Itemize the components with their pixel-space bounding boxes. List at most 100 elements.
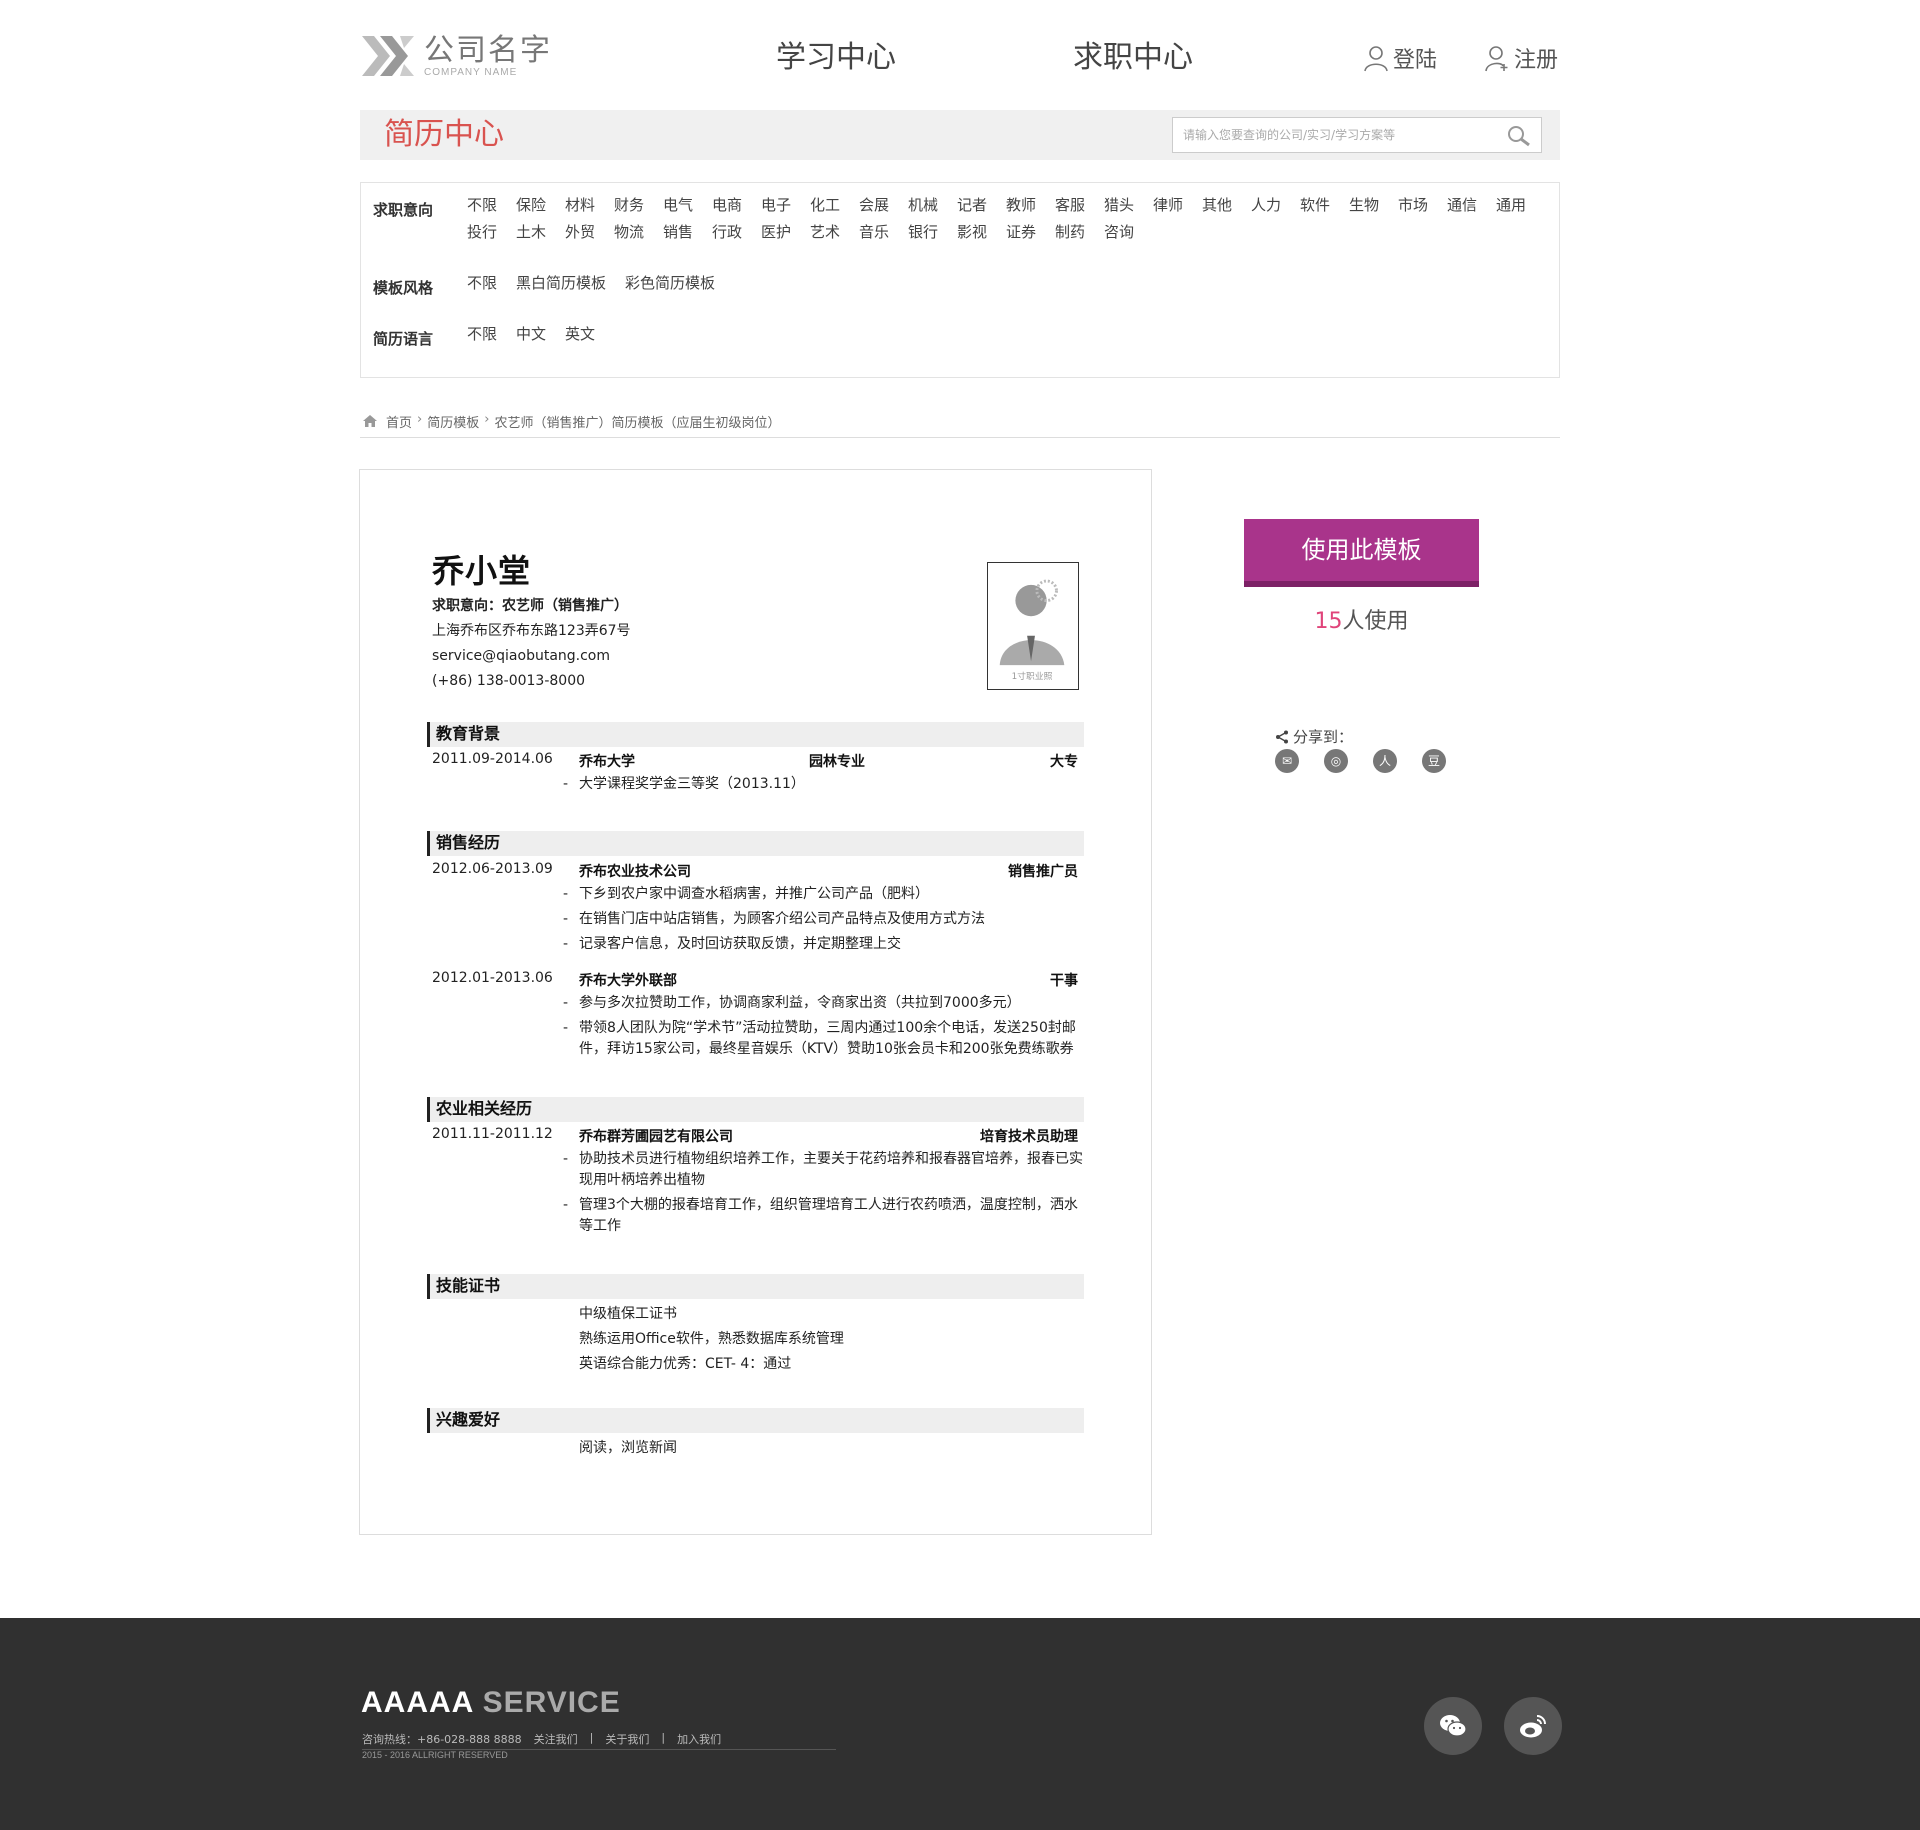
filter-option-intent[interactable]: 律师	[1153, 192, 1183, 219]
section-title: 农业相关经历	[436, 1099, 533, 1118]
filter-option-intent[interactable]: 通信	[1447, 192, 1477, 219]
filter-option-intent[interactable]: 市场	[1398, 192, 1428, 219]
use-count: 15人使用	[1244, 603, 1479, 635]
filter-option-intent[interactable]: 不限	[467, 192, 497, 219]
list-item: 英语综合能力优秀：CET- 4：通过	[579, 1356, 792, 1372]
list-item: 阅读，浏览新闻	[579, 1440, 677, 1456]
filter-option-intent[interactable]: 咨询	[1104, 219, 1134, 246]
share-icon	[1276, 730, 1288, 743]
wechat-share-icon[interactable]: ✉	[1275, 749, 1299, 773]
renren-share-icon[interactable]: 人	[1373, 749, 1397, 773]
register-label: 注册	[1514, 48, 1559, 73]
user-icon	[1364, 46, 1388, 72]
resume-name: 乔小堂	[432, 552, 532, 590]
footer-copyright: 2015 - 2016 ALLRIGHT RESERVED	[362, 1750, 508, 1760]
footer-about-link[interactable]: 关于我们	[605, 1731, 649, 1747]
breadcrumb-home[interactable]: 首页	[386, 412, 412, 431]
section-title: 教育背景	[436, 724, 501, 743]
filter-option-intent[interactable]: 保险	[516, 192, 546, 219]
filter-option-intent[interactable]: 化工	[810, 192, 840, 219]
company-logo[interactable]: 公司名字 COMPANY NAME	[360, 34, 552, 80]
home-icon	[363, 415, 377, 427]
filter-label-language: 简历语言	[373, 330, 434, 348]
list-item: - 管理3个大棚的报春培育工作，组织管理培育工人进行农药喷洒，温度控制，洒水等工作	[563, 1197, 1078, 1234]
list-item: - 记录客户信息，及时回访获取反馈，并定期整理上交	[563, 936, 901, 952]
filter-option-intent[interactable]: 生物	[1349, 192, 1379, 219]
footer-follow-link[interactable]: 关注我们	[534, 1731, 578, 1747]
job-org: 乔布农业技术公司	[579, 864, 691, 880]
filter-option-intent[interactable]: 其他	[1202, 192, 1232, 219]
page-title: 简历中心	[384, 117, 504, 152]
filter-option-style[interactable]: 不限	[467, 270, 497, 297]
filter-option-intent[interactable]: 教师	[1006, 192, 1036, 219]
footer-links: 咨询热线：+86-028-888 8888 关注我们 | 关于我们 | 加入我们	[362, 1731, 836, 1750]
site-footer: AAAAA SERVICE 咨询热线：+86-028-888 8888 关注我们…	[0, 1618, 1920, 1830]
filter-option-intent[interactable]: 影视	[957, 219, 987, 246]
filter-option-intent[interactable]: 猎头	[1104, 192, 1134, 219]
douban-share-icon[interactable]: 豆	[1422, 749, 1446, 773]
filter-option-intent[interactable]: 记者	[957, 192, 987, 219]
edu-school: 乔布大学	[579, 754, 635, 770]
filter-option-intent[interactable]: 医护	[761, 219, 791, 246]
filter-option-intent[interactable]: 外贸	[565, 219, 595, 246]
filter-option-intent[interactable]: 艺术	[810, 219, 840, 246]
resume-center-bar: 简历中心	[360, 110, 1560, 160]
filter-option-intent[interactable]: 电气	[663, 192, 693, 219]
resume-email: service@qiaobutang.com	[432, 648, 611, 664]
breadcrumb: 首页 › 简历模板 › 农艺师（销售推广）简历模板（应届生初级岗位）	[360, 412, 1560, 438]
footer-divider: |	[589, 1731, 594, 1744]
filter-option-intent[interactable]: 财务	[614, 192, 644, 219]
filter-option-language[interactable]: 英文	[565, 321, 595, 348]
search-icon[interactable]	[1507, 125, 1531, 147]
filter-option-intent[interactable]: 制药	[1055, 219, 1085, 246]
list-item: - 大学课程奖学金三等奖（2013.11）	[563, 776, 805, 792]
share-icons: ✉ ◎ 人 豆	[1275, 749, 1471, 773]
footer-brand: AAAAA SERVICE	[361, 1686, 621, 1719]
filter-option-language[interactable]: 不限	[467, 321, 497, 348]
filter-option-style[interactable]: 彩色简历模板	[625, 270, 715, 297]
job-org: 乔布群芳圃园艺有限公司	[579, 1129, 733, 1145]
job-org: 乔布大学外联部	[579, 973, 677, 989]
nav-learning-center[interactable]: 学习中心	[776, 36, 896, 80]
edu-major: 园林专业	[809, 754, 865, 770]
filter-option-style[interactable]: 黑白简历模板	[516, 270, 606, 297]
filter-option-intent[interactable]: 客服	[1055, 192, 1085, 219]
search-input[interactable]	[1173, 118, 1493, 152]
register-link[interactable]: 注册	[1484, 42, 1558, 74]
section-sales: 销售经历	[427, 831, 1084, 856]
site-header: 公司名字 COMPANY NAME 学习中心 求职中心 登陆 注册	[360, 28, 1560, 88]
logo-x-icon	[362, 36, 414, 76]
filter-option-intent[interactable]: 销售	[663, 219, 693, 246]
filter-option-intent[interactable]: 银行	[908, 219, 938, 246]
footer-wechat-button[interactable]	[1424, 1697, 1482, 1755]
filter-option-intent[interactable]: 会展	[859, 192, 889, 219]
resume-phone: (+86) 138-0013-8000	[432, 673, 586, 689]
job-role: 销售推广员	[1008, 864, 1078, 880]
login-link[interactable]: 登陆	[1363, 42, 1437, 74]
weibo-share-icon[interactable]: ◎	[1324, 749, 1348, 773]
filter-option-intent[interactable]: 电商	[712, 192, 742, 219]
footer-join-link[interactable]: 加入我们	[677, 1731, 721, 1747]
footer-weibo-button[interactable]	[1504, 1697, 1562, 1755]
nav-job-center[interactable]: 求职中心	[1073, 36, 1193, 80]
section-skills: 技能证书	[427, 1274, 1084, 1299]
breadcrumb-current: 农艺师（销售推广）简历模板（应届生初级岗位）	[494, 416, 781, 431]
filter-option-intent[interactable]: 土木	[516, 219, 546, 246]
filter-option-intent[interactable]: 音乐	[859, 219, 889, 246]
use-template-button[interactable]: 使用此模板	[1244, 519, 1479, 587]
filter-option-intent[interactable]: 机械	[908, 192, 938, 219]
job-role: 培育技术员助理	[980, 1129, 1078, 1145]
breadcrumb-templates[interactable]: 简历模板	[427, 412, 479, 431]
filter-option-intent[interactable]: 软件	[1300, 192, 1330, 219]
filter-option-language[interactable]: 中文	[516, 321, 546, 348]
filter-option-intent[interactable]: 物流	[614, 219, 644, 246]
logo-subtitle: COMPANY NAME	[424, 67, 518, 78]
filter-option-intent[interactable]: 通用	[1496, 192, 1526, 219]
filter-option-intent[interactable]: 证券	[1006, 219, 1036, 246]
filter-option-intent[interactable]: 人力	[1251, 192, 1281, 219]
filter-option-intent[interactable]: 行政	[712, 219, 742, 246]
filter-option-intent[interactable]: 材料	[565, 192, 595, 219]
filter-option-intent[interactable]: 电子	[761, 192, 791, 219]
filter-option-intent[interactable]: 投行	[467, 219, 497, 246]
section-education: 教育背景	[427, 722, 1084, 747]
